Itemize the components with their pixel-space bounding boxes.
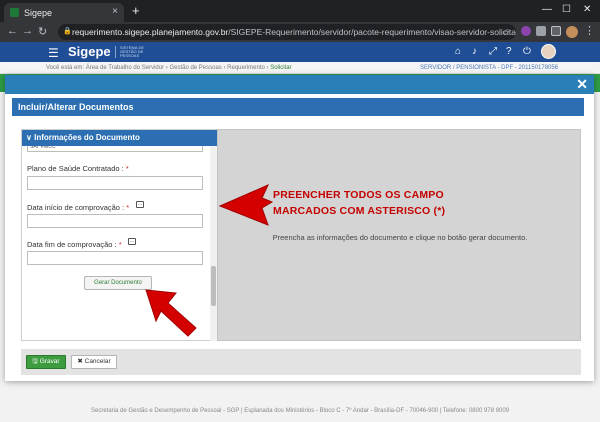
site-footer: Secretaria de Gestão e Desempenho de Pes…: [91, 408, 509, 414]
save-label: Gravar: [39, 358, 60, 365]
app-header: ☰ Sigepe SISTEMA DE GESTÃO DE PESSOAS ⌂ …: [0, 42, 600, 62]
previous-field-input[interactable]: SAT F/ECC: [27, 146, 203, 152]
breadcrumb-prefix: Você está em:: [46, 65, 85, 71]
expand-icon[interactable]: ⤢: [489, 46, 497, 57]
cancel-x-icon: ✖: [77, 358, 83, 365]
document-info-header[interactable]: ∨ Informações do Documento: [22, 130, 218, 146]
home-icon[interactable]: ⌂: [455, 46, 461, 57]
end-date-label: Data fim de comprovação : *: [27, 240, 122, 249]
chevron-down-icon: ∨: [26, 133, 32, 142]
hamburger-menu-icon[interactable]: ☰: [48, 46, 59, 60]
window-close-button[interactable]: ✕: [583, 4, 591, 15]
modal-footer: 🖫 Gravar ✖ Cancelar: [21, 349, 581, 375]
browser-tab[interactable]: Sigepe ×: [4, 3, 124, 22]
url-path: /SIGEPE-Requerimento/servidor/pacote-req…: [228, 27, 516, 37]
save-disk-icon: 🖫: [32, 358, 38, 365]
url-host: requerimento.sigepe.planejamento.gov.br: [72, 27, 229, 37]
document-preview-panel: Preencha as informações do documento e c…: [217, 129, 581, 341]
end-date-input[interactable]: [27, 251, 203, 265]
user-avatar[interactable]: [541, 44, 556, 59]
app-brand: Sigepe: [68, 44, 111, 59]
breadcrumb-active: Solicitar: [270, 65, 292, 71]
new-tab-button[interactable]: +: [132, 3, 140, 18]
end-date-help-icon[interactable]: …: [128, 238, 136, 245]
health-plan-label: Plano de Saúde Contratado : *: [27, 164, 129, 173]
browser-titlebar: Sigepe × + — ☐ ✕: [0, 0, 600, 22]
reload-icon[interactable]: ↻: [38, 25, 47, 38]
start-date-input[interactable]: [27, 214, 203, 228]
panel-scrollbar[interactable]: [210, 146, 217, 341]
modal-title: Incluir/Alterar Documentos: [12, 98, 584, 116]
window-minimize-button[interactable]: —: [542, 4, 552, 15]
preview-message: Preencha as informações do documento e c…: [272, 233, 528, 242]
address-bar[interactable]: 🔒 requerimento.sigepe.planejamento.gov.b…: [58, 24, 516, 40]
user-profile-label: SERVIDOR / PENSIONISTA - DPF - 201150178…: [420, 65, 559, 71]
cancel-button[interactable]: ✖ Cancelar: [71, 355, 117, 369]
browser-toolbar: ← → ↻ 🔒 requerimento.sigepe.planejamento…: [0, 22, 600, 42]
bookmark-star-icon[interactable]: ☆: [502, 24, 510, 40]
breadcrumb-item[interactable]: Gestão de Pessoas: [169, 65, 221, 71]
forward-arrow-icon[interactable]: →: [22, 25, 33, 37]
scrollbar-thumb[interactable]: [211, 266, 216, 306]
tab-title: Sigepe: [24, 7, 53, 18]
window-maximize-button[interactable]: ☐: [562, 4, 571, 15]
start-date-help-icon[interactable]: …: [136, 201, 144, 208]
notification-bell-icon[interactable]: ♪: [472, 46, 477, 57]
extension-icon[interactable]: [521, 26, 531, 36]
annotation-instruction: PREENCHER TODOS OS CAMPO MARCADOS COM AS…: [273, 187, 445, 219]
modal-close-icon[interactable]: ✕: [576, 76, 588, 93]
breadcrumb-item[interactable]: Área de Trabalho do Servidor: [86, 65, 164, 71]
tab-close-icon[interactable]: ×: [112, 6, 118, 17]
annotation-line-2: MARCADOS COM ASTERISCO (*): [273, 205, 446, 217]
breadcrumb: Você está em: Área de Trabalho do Servid…: [0, 62, 600, 74]
power-icon[interactable]: ⏻: [523, 46, 531, 57]
sigepe-favicon-icon: [10, 8, 19, 17]
back-arrow-icon[interactable]: ←: [7, 25, 18, 37]
document-modal: ✕ Incluir/Alterar Documentos ∨ Informaçõ…: [5, 75, 594, 381]
health-plan-input[interactable]: [27, 176, 203, 190]
save-button[interactable]: 🖫 Gravar: [26, 355, 66, 369]
lock-icon: 🔒: [63, 28, 72, 35]
cancel-label: Cancelar: [84, 358, 111, 365]
browser-profile-avatar[interactable]: [566, 26, 578, 38]
side-panel-icon[interactable]: [551, 26, 561, 36]
breadcrumb-item[interactable]: Requerimento: [227, 65, 265, 71]
app-brand-subtitle: SISTEMA DE GESTÃO DE PESSOAS: [115, 46, 155, 58]
help-icon[interactable]: ?: [506, 46, 512, 57]
document-info-title: Informações do Documento: [34, 133, 140, 142]
browser-menu-icon[interactable]: ⋮: [584, 24, 595, 37]
modal-topbar: ✕: [5, 75, 594, 94]
document-info-panel: ∨ Informações do Documento SAT F/ECC Pla…: [21, 129, 218, 341]
annotation-line-1: PREENCHER TODOS OS CAMPO: [273, 189, 444, 201]
generate-document-button[interactable]: Gerar Documento: [84, 276, 152, 290]
start-date-label: Data início de comprovação : *: [27, 203, 130, 212]
puzzle-extensions-icon[interactable]: [536, 26, 546, 36]
